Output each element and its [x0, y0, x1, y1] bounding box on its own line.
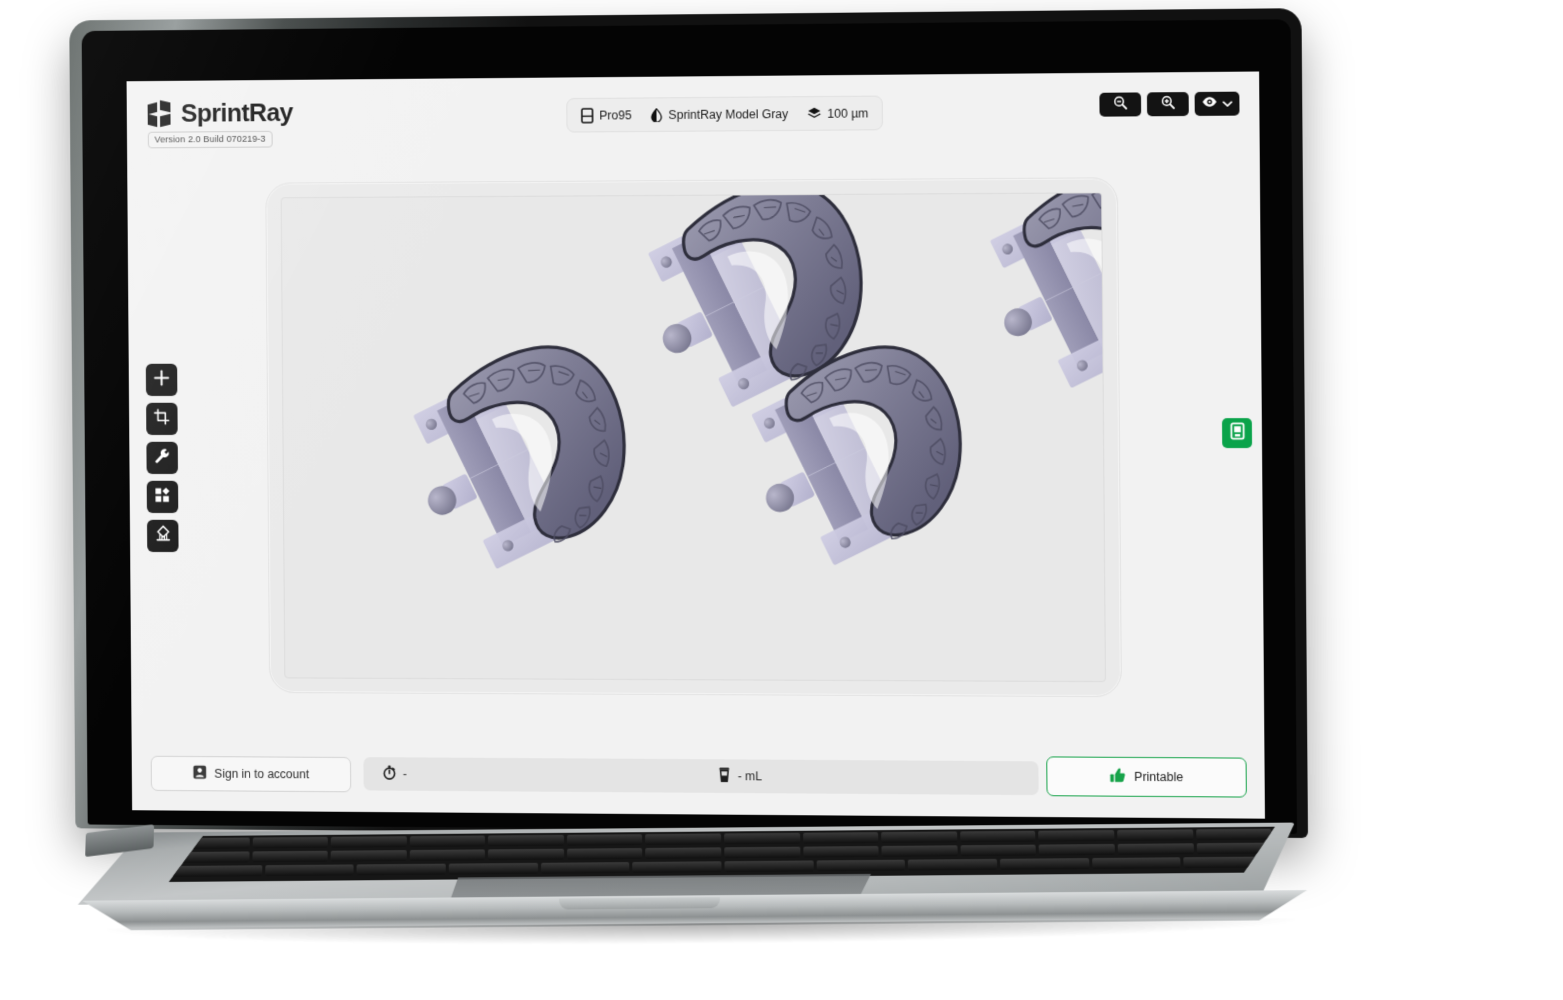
printer-model-item[interactable]: Pro95 [581, 107, 642, 123]
model-scene[interactable] [282, 193, 1105, 681]
stopwatch-icon [383, 765, 397, 783]
bottom-status-bar: Sign in to account - - mL Printable [132, 752, 1265, 807]
resin-drop-icon [651, 108, 663, 122]
thumbs-up-icon [1109, 768, 1125, 786]
eye-icon [1202, 95, 1218, 113]
print-time-value: - [402, 767, 407, 781]
visibility-dropdown-button[interactable] [1194, 91, 1240, 116]
sprintray-logo-icon [147, 99, 173, 127]
laptop-keyboard [169, 827, 1277, 882]
user-card-icon [192, 765, 207, 783]
arrange-button[interactable] [146, 480, 179, 514]
brand-logo: SprintRay [147, 97, 293, 128]
print-stats-panel: - - mL [363, 757, 1039, 796]
tool-rail [145, 363, 179, 553]
resin-volume-stat: - mL [718, 767, 762, 785]
version-badge: Version 2.0 Build 070219-3 [147, 130, 273, 149]
supports-icon [154, 525, 171, 547]
magnifier-minus-icon [1113, 95, 1127, 114]
resin-volume-value: - mL [737, 769, 763, 784]
material-item[interactable]: SprintRay Model Gray [641, 107, 798, 122]
laptop-front-notch [559, 897, 721, 910]
brand-name: SprintRay [180, 97, 293, 128]
arrange-grid-icon [154, 486, 170, 507]
layer-height-item[interactable]: 100 µm [798, 106, 868, 120]
build-plate-surface[interactable] [280, 192, 1106, 683]
laptop-base [16, 822, 1316, 951]
view-tools-group [1099, 91, 1240, 117]
wrench-icon [154, 447, 170, 468]
transform-button[interactable] [146, 402, 178, 435]
layers-icon [808, 107, 822, 120]
model-upper-right [961, 193, 1105, 408]
printer-model-label: Pro95 [599, 107, 632, 122]
printer-icon [581, 107, 594, 123]
material-label: SprintRay Model Gray [668, 106, 789, 122]
plus-icon [153, 369, 169, 390]
sign-in-label: Sign in to account [214, 766, 310, 782]
laptop-screen: SprintRay Version 2.0 Build 070219-3 Pro… [126, 71, 1265, 819]
repair-button[interactable] [146, 441, 178, 474]
zoom-in-button[interactable] [1146, 92, 1189, 117]
supports-button[interactable] [146, 519, 179, 553]
print-preview-button[interactable] [1221, 418, 1253, 449]
screen-bezel: SprintRay Version 2.0 Build 070219-3 Pro… [81, 19, 1297, 834]
build-plate[interactable] [265, 177, 1122, 698]
sign-in-button[interactable]: Sign in to account [150, 755, 352, 793]
laptop-lid: SprintRay Version 2.0 Build 070219-3 Pro… [69, 8, 1308, 839]
layer-height-label: 100 µm [827, 106, 869, 121]
printer-settings-chip[interactable]: Pro95 SprintRay Model Gray 100 µm [566, 95, 884, 133]
laptop-mockup: SprintRay Version 2.0 Build 070219-3 Pro… [0, 0, 1563, 1000]
add-model-button[interactable] [145, 363, 178, 396]
printable-status-button[interactable]: Printable [1046, 756, 1247, 798]
print-time-stat: - [363, 765, 407, 783]
resin-cup-icon [718, 767, 731, 785]
model-lower-left [383, 318, 663, 590]
magnifier-plus-icon [1161, 95, 1175, 114]
printable-label: Printable [1134, 769, 1184, 785]
chevron-down-icon [1222, 95, 1232, 113]
build-plate-icon [1229, 422, 1244, 445]
zoom-out-button[interactable] [1099, 92, 1142, 117]
sprintray-app-window: SprintRay Version 2.0 Build 070219-3 Pro… [126, 71, 1265, 819]
crop-icon [154, 408, 170, 429]
